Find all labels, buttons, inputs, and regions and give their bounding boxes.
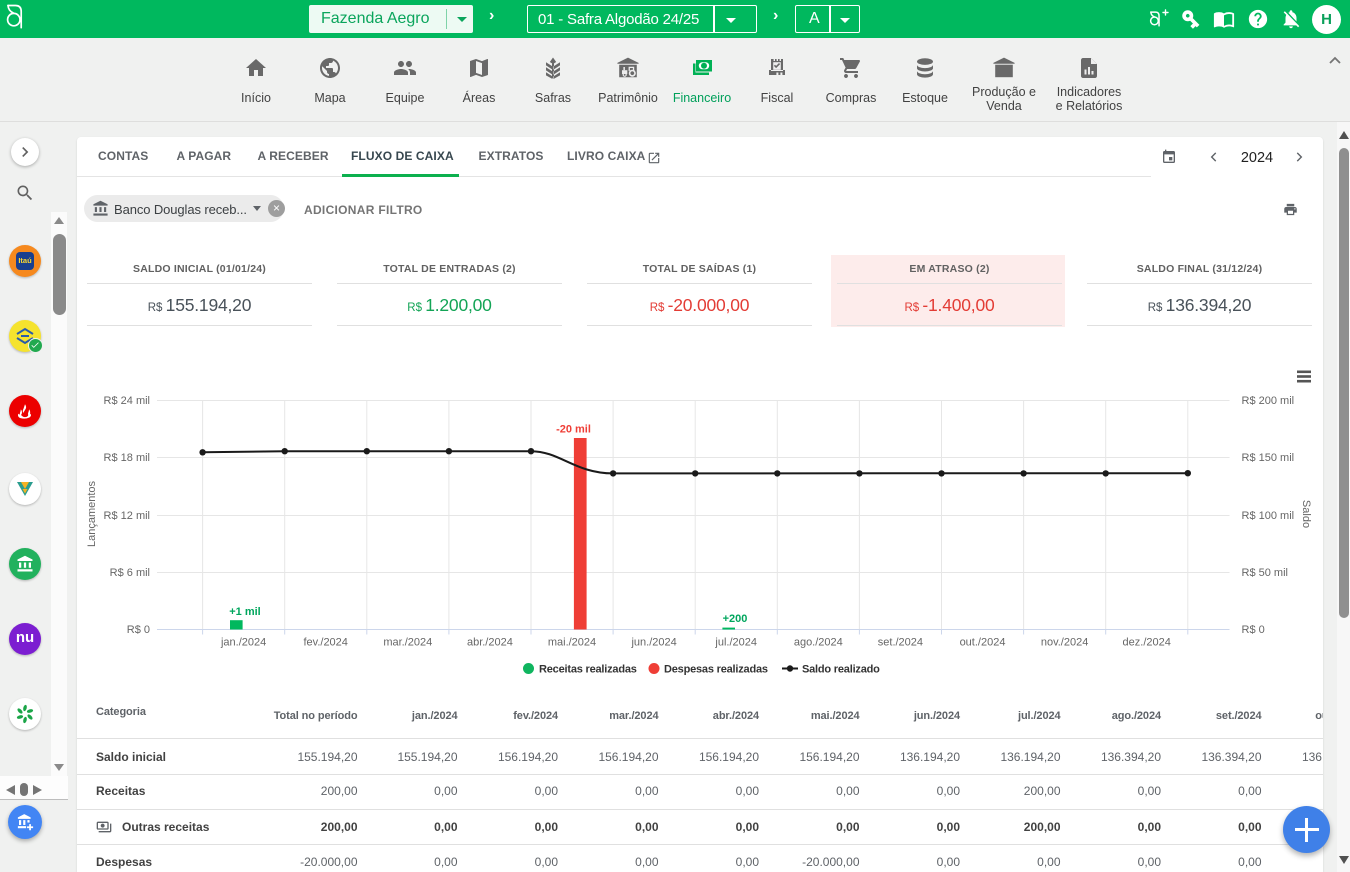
svg-text:R$ 0: R$ 0 <box>1242 624 1265 636</box>
svg-text:fev./2024: fev./2024 <box>303 637 347 649</box>
svg-text:R$ 12 mil: R$ 12 mil <box>104 510 150 522</box>
svg-text:jul./2024: jul./2024 <box>714 637 757 649</box>
svg-text:jun./2024: jun./2024 <box>630 637 676 649</box>
svg-text:Lançamentos: Lançamentos <box>86 480 98 547</box>
svg-text:R$ 200 mil: R$ 200 mil <box>1242 395 1295 407</box>
svg-text:R$ 0: R$ 0 <box>127 624 150 636</box>
svg-text:R$ 50 mil: R$ 50 mil <box>1242 567 1288 579</box>
svg-text:R$ 24 mil: R$ 24 mil <box>104 395 150 407</box>
svg-text:ago./2024: ago./2024 <box>794 637 843 649</box>
svg-text:Despesas realizadas: Despesas realizadas <box>664 664 768 676</box>
svg-text:Saldo realizado: Saldo realizado <box>802 664 880 676</box>
svg-text:+200: +200 <box>723 613 748 625</box>
svg-text:R$ 6 mil: R$ 6 mil <box>110 567 150 579</box>
svg-text:jan./2024: jan./2024 <box>220 637 266 649</box>
svg-text:mar./2024: mar./2024 <box>383 637 432 649</box>
svg-text:out./2024: out./2024 <box>960 637 1006 649</box>
svg-text:abr./2024: abr./2024 <box>467 637 513 649</box>
svg-text:nov./2024: nov./2024 <box>1041 637 1089 649</box>
svg-text:dez./2024: dez./2024 <box>1123 637 1171 649</box>
svg-text:+1 mil: +1 mil <box>229 606 261 618</box>
svg-text:set./2024: set./2024 <box>878 637 923 649</box>
svg-text:mai./2024: mai./2024 <box>548 637 596 649</box>
svg-text:R$ 18 mil: R$ 18 mil <box>104 452 150 464</box>
svg-text:Receitas realizadas: Receitas realizadas <box>539 664 637 676</box>
svg-text:R$ 100 mil: R$ 100 mil <box>1242 510 1295 522</box>
svg-text:R$ 150 mil: R$ 150 mil <box>1242 452 1295 464</box>
svg-text:-20 mil: -20 mil <box>556 424 591 436</box>
svg-text:Saldo: Saldo <box>1300 500 1312 528</box>
